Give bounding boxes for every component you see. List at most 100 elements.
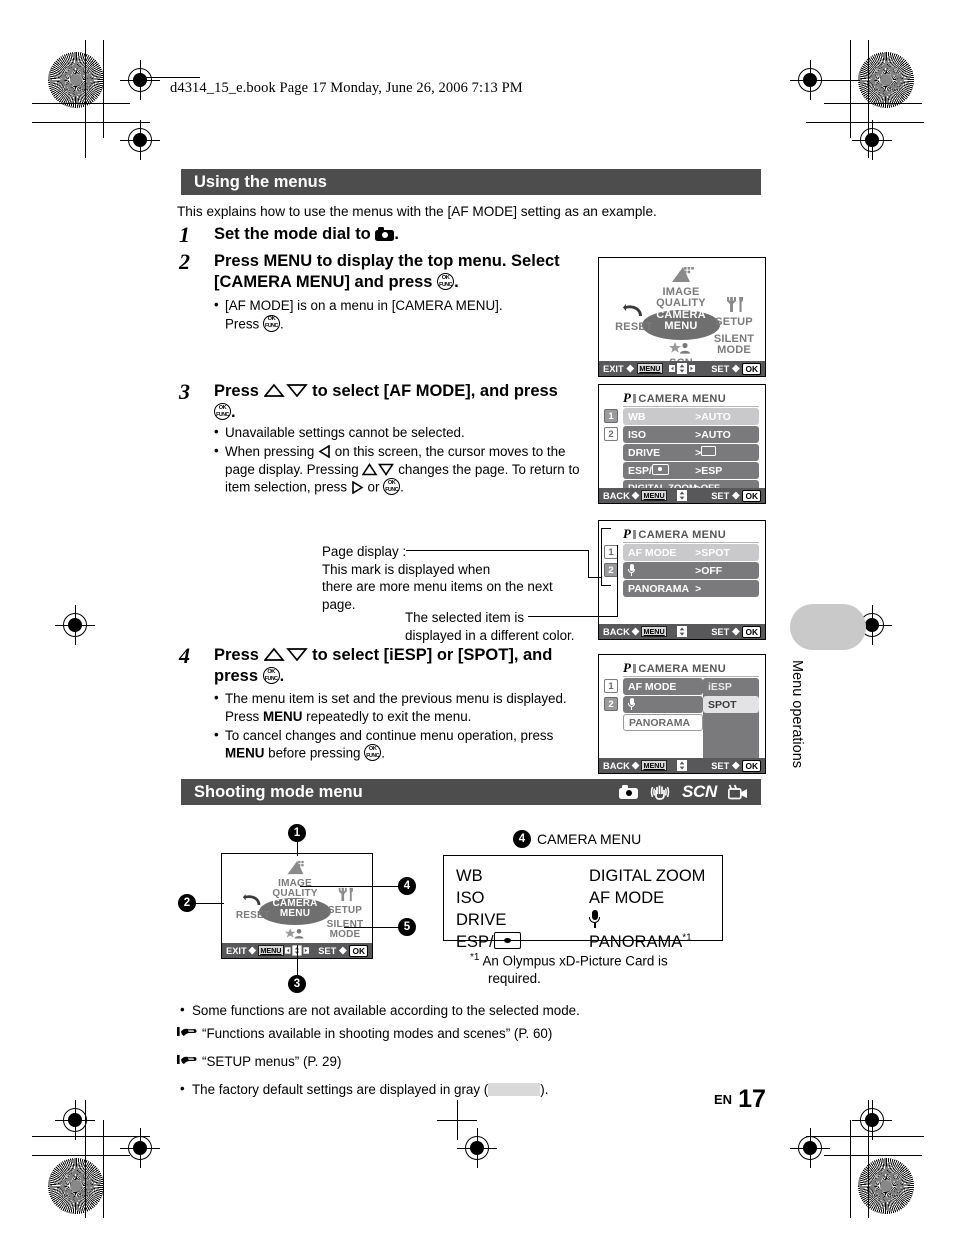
cm1-row-wb[interactable]: WB >AUTO — [623, 408, 759, 425]
footnote-2: “Functions available in shooting modes a… — [177, 1025, 737, 1043]
image-quality-icon — [287, 860, 304, 875]
crop-mark-bl-h2 — [32, 1136, 150, 1138]
af-mode-option-spot[interactable]: SPOT — [703, 696, 759, 713]
camera-menu-table-col1: WB ISO DRIVE ESP/ — [456, 865, 521, 953]
cm2-row-panorama[interactable]: PANORAMA > — [623, 580, 759, 597]
step-2-bullet-1-line2: Press OK FUNC. — [225, 314, 284, 332]
topmenu-label-setup: SETUP — [715, 316, 753, 328]
registration-target-left-mid — [55, 605, 95, 645]
diagram-lcd-top-menu: IMAGE QUALITY RESET CAMERA MENU SETUP SI… — [221, 853, 373, 959]
cm2-back-label: BACK — [603, 626, 630, 637]
pointing-hand-icon — [177, 1024, 199, 1043]
table-item-af-mode: AF MODE — [589, 889, 665, 908]
step-4-line2: press OK FUNC. — [214, 666, 285, 685]
diagram-item-camera-menu[interactable]: CAMERA MENU — [266, 899, 324, 919]
manual-page: d4314_15_e.book Page 17 Monday, June 26,… — [0, 0, 954, 1258]
cm1-row-esp-name: ESP/ — [623, 464, 669, 477]
step-2-line2-before: [CAMERA MENU] and press — [214, 272, 438, 291]
cm1-row-esp[interactable]: ESP/ >ESP — [623, 462, 759, 479]
step-3-bullet-1: Unavailable settings cannot be selected. — [214, 423, 584, 442]
page-display-bracket-t — [601, 528, 611, 530]
cm1-row-iso[interactable]: ISO >AUTO — [623, 426, 759, 443]
topmenu-label-mode: MODE — [717, 344, 751, 356]
image-stabilization-icon — [650, 785, 670, 800]
cm3-page-tab-1[interactable]: 1 — [604, 679, 618, 693]
step-3-text: Press to select [AF MODE], and press OK F… — [214, 381, 594, 423]
diagram-item-setup[interactable]: SETUP — [318, 887, 372, 916]
step-3-bullet-2: When pressing on this screen, the cursor… — [214, 442, 584, 497]
diagram-line-2 — [196, 903, 224, 905]
setup-wrench-icon — [727, 297, 743, 312]
cm2-row-sound[interactable]: >OFF — [623, 562, 759, 579]
annotation-page-display-l1: Page display : — [322, 544, 407, 559]
diagram-line-3 — [297, 945, 299, 977]
cm3-page-tab-2[interactable]: 2 — [604, 697, 618, 711]
section-title-using-menus: Using the menus — [194, 172, 327, 191]
crop-mark-bl-v — [103, 1120, 105, 1218]
diagram-callout-1: 1 — [288, 824, 306, 842]
cm3-row-panorama[interactable]: PANORAMA — [623, 714, 703, 731]
cm1-row-drive[interactable]: DRIVE > — [623, 444, 759, 461]
diagram-callout-3: 3 — [288, 975, 306, 993]
lcdbar-set-group: SET ◆ OK — [711, 362, 765, 375]
crop-mark-tr-rule — [790, 80, 860, 82]
cm1-page-tab-1[interactable]: 1 — [604, 409, 618, 423]
crop-mark-tr-h — [824, 103, 922, 105]
cm2-row-pano-value: > — [695, 582, 702, 595]
ok-func-icon: OK FUNC — [214, 403, 231, 421]
setup-wrench-icon — [338, 887, 353, 902]
topmenu-label-menu: MENU — [664, 320, 698, 332]
callout-line-selected-item — [528, 616, 618, 618]
lcdbar-set-label: SET — [711, 363, 730, 374]
cm1-row-drive-value: > — [695, 446, 717, 459]
cm3-set-label: SET — [711, 760, 730, 771]
scn-mode-label: SCN — [682, 782, 717, 801]
topmenu-item-camera-menu[interactable]: CAMERA MENU — [649, 310, 713, 332]
diagram-line-4 — [300, 886, 400, 888]
cm1-back-label: BACK — [603, 490, 630, 501]
page-footer-number: 17 — [738, 1085, 766, 1113]
diagram-set-label: SET — [318, 945, 337, 956]
table-item-drive: DRIVE — [456, 911, 507, 930]
table-footnote: *1 An Olympus xD-Picture Card is require… — [470, 951, 668, 988]
registration-starburst-bottom-left — [48, 1158, 104, 1214]
lcd-screen-af-mode-submenu: P CAMERA MENU 1 2 AF MODE PANORAMA iESP S… — [598, 654, 766, 774]
movie-icon — [728, 784, 747, 800]
cm3-row-af-name: AF MODE — [628, 680, 677, 693]
registration-starburst-top-left — [48, 52, 104, 108]
cm2-row-sound-name — [623, 564, 635, 577]
cm1-page-tab-2[interactable]: 2 — [604, 427, 618, 441]
registration-target-tr-b — [852, 120, 892, 160]
cm2-page-tab-2[interactable]: 2 — [604, 563, 618, 577]
step-1-number: 1 — [179, 222, 190, 247]
camera-icon — [375, 227, 395, 241]
annotation-page-display: Page display : This mark is displayed wh… — [322, 543, 553, 614]
menu-keycap: MENU — [636, 363, 663, 374]
dpad-icon — [669, 363, 695, 374]
ok-keycap: OK — [742, 625, 761, 638]
diagram-item-silent-mode[interactable]: SILENT MODE — [316, 920, 372, 940]
af-mode-option-iesp[interactable]: iESP — [703, 678, 759, 695]
registration-target-tl-b — [120, 120, 160, 160]
topmenu-item-setup[interactable]: SETUP — [705, 296, 763, 328]
cm2-page-tab-1[interactable]: 1 — [604, 545, 618, 559]
table-footnote-l1: *1 An Olympus xD-Picture Card is — [470, 952, 668, 969]
ok-func-icon: OK FUNC — [437, 273, 455, 291]
annotation-page-display-l3: there are more menu items on the next — [322, 579, 553, 595]
microphone-icon — [628, 698, 635, 710]
diagram-callout-4: 4 — [398, 877, 416, 895]
lcd-screen-camera-menu-page1: P CAMERA MENU 1 2 WB >AUTO ISO >AUTO DRIV… — [598, 384, 766, 504]
table-footnote-l2: required. — [488, 971, 541, 987]
topmenu-item-silent-mode[interactable]: SILENT MODE — [703, 334, 765, 356]
reset-arrow-icon — [623, 304, 642, 316]
table-item-sound — [589, 909, 705, 931]
crop-mark-tr-h2 — [806, 122, 924, 124]
cm3-row-sound[interactable] — [623, 696, 703, 713]
cm1-title-text: CAMERA MENU — [638, 393, 727, 405]
step-4-bullet-1-l2: Press MENU repeatedly to exit the menu. — [225, 708, 472, 724]
cm2-row-af-mode[interactable]: AF MODE >SPOT — [623, 544, 759, 561]
camera-menu-table-col2: DIGITAL ZOOM AF MODE PANORAMA*1 — [589, 865, 705, 953]
cm1-set-label: SET — [711, 490, 730, 501]
step-4-bullet-2-l1: To cancel changes and continue menu oper… — [225, 727, 554, 743]
cm3-row-af-mode[interactable]: AF MODE — [623, 678, 703, 695]
